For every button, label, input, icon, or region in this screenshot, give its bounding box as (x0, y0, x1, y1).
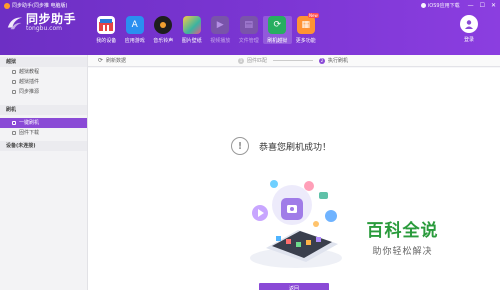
top-header: 同步助手(同步推 电脑版) iOS9应用下载 — ☐ ✕ 同步助手 tongbu… (0, 0, 500, 55)
maximize-button[interactable]: ☐ (480, 2, 485, 9)
apple-icon (420, 3, 426, 8)
nav-video[interactable]: ▶ 视频播放 (206, 16, 235, 44)
success-message: 恭喜您刷机成功！ (259, 142, 332, 153)
step-number: 2 (319, 57, 326, 64)
more-icon: ▦ New (296, 13, 319, 34)
nav-my-device[interactable]: 我的设备 (92, 16, 121, 44)
download-icon (12, 131, 16, 135)
app-icon (4, 2, 10, 9)
sidebar-group-device: 设备(未连接) (0, 141, 87, 151)
flash-small-icon (12, 121, 16, 125)
user-avatar-icon (460, 15, 478, 33)
step-label: 固件匹配 (247, 58, 268, 64)
sidebar-item-label: 同步推源 (19, 89, 40, 95)
title-bar: 同步助手(同步推 电脑版) iOS9应用下载 — ☐ ✕ (0, 0, 500, 11)
nav-label: 更多功能 (295, 38, 316, 44)
source-icon (12, 90, 16, 94)
my-device-icon (97, 16, 116, 34)
login-button[interactable]: 登录 (460, 15, 478, 43)
watermark-subtitle: 助你轻松解决 (372, 246, 433, 257)
file-icon: ▤ (239, 16, 258, 34)
nav-flash-jailbreak[interactable]: ⟳ 刷机越狱 (263, 16, 292, 44)
step-connector (273, 60, 314, 61)
nav-label: 图片壁纸 (181, 38, 202, 44)
step-bar: ⟳ 刷新数据 1 固件匹配 2 执行刷机 (88, 55, 500, 67)
exclamation-icon: ! (231, 137, 249, 155)
app-store-icon: A (125, 16, 144, 34)
sidebar-item-jailbreak-plugins[interactable]: 越狱插件 (0, 77, 87, 87)
sidebar-item-firmware-download[interactable]: 固件下载 (0, 128, 87, 138)
step-firmware-match: 1 固件匹配 (238, 57, 267, 64)
sidebar-item-label: 越狱教程 (19, 69, 40, 75)
ios9-link-label: iOS9应用下载 (427, 3, 460, 9)
step-label: 执行刷机 (328, 58, 349, 64)
sidebar-item-label: 一键刷机 (19, 120, 40, 126)
nav-music[interactable]: 音乐铃声 (149, 16, 178, 44)
logo-swirl-icon (7, 17, 23, 29)
new-badge: New (308, 13, 319, 18)
close-button[interactable]: ✕ (491, 2, 496, 9)
sidebar-item-label: 固件下载 (19, 130, 40, 136)
nav-label: 我的设备 (96, 38, 117, 44)
flash-icon: ⟳ (268, 16, 287, 34)
sidebar-group-jailbreak: 越狱 (0, 57, 87, 67)
refresh-label: 刷新数据 (106, 58, 127, 64)
sidebar-item-jailbreak-tutorial[interactable]: 越狱教程 (0, 67, 87, 77)
sidebar-item-one-click-flash[interactable]: 一键刷机 (0, 118, 87, 128)
sidebar-item-tongbu-source[interactable]: 同步推源 (0, 87, 87, 97)
nav-label: 文件管理 (238, 38, 259, 44)
success-notice: ! 恭喜您刷机成功！ (231, 137, 331, 155)
plugin-icon (12, 80, 16, 84)
tutorial-icon (12, 70, 16, 74)
progress-steps: 1 固件匹配 2 执行刷机 (238, 57, 348, 64)
nav-label: 音乐铃声 (153, 38, 174, 44)
return-button[interactable]: 返回 (259, 283, 329, 290)
phone-apps-illustration (250, 180, 342, 268)
minimize-button[interactable]: — (468, 2, 474, 9)
refresh-button[interactable]: ⟳ 刷新数据 (98, 57, 126, 64)
watermark: 百科全说 助你轻松解决 (350, 207, 455, 265)
wallpaper-icon (182, 16, 201, 34)
step-number: 1 (238, 57, 244, 64)
login-label: 登录 (463, 37, 474, 43)
ios9-download-link[interactable]: iOS9应用下载 (420, 2, 460, 9)
brand-domain: tongbu.com (26, 25, 62, 32)
nav-label: 视频播放 (210, 38, 231, 44)
nav-wallpaper[interactable]: 图片壁纸 (178, 16, 207, 44)
sidebar: 越狱 越狱教程 越狱插件 同步推源 刷机 一键刷机 固件下载 设备(未连接) (0, 55, 88, 290)
nav-files[interactable]: ▤ 文件管理 (235, 16, 264, 44)
main-nav: 我的设备 A 应用游戏 音乐铃声 图片壁纸 ▶ 视频播放 ▤ 文件管理 ⟳ 刷机… (92, 13, 321, 44)
nav-label: 应用游戏 (124, 38, 145, 44)
sidebar-group-flash: 刷机 (0, 105, 87, 115)
refresh-icon: ⟳ (98, 57, 104, 64)
step-execute-flash: 2 执行刷机 (319, 57, 348, 64)
brand-logo: 同步助手 tongbu.com (6, 13, 76, 32)
music-icon (154, 16, 173, 34)
brand-name: 同步助手 (26, 12, 77, 26)
nav-label: 刷机越狱 (267, 38, 288, 44)
window-title: 同步助手(同步推 电脑版) (12, 3, 68, 9)
nav-apps-games[interactable]: A 应用游戏 (121, 16, 150, 44)
sidebar-item-label: 越狱插件 (19, 79, 40, 85)
nav-more[interactable]: ▦ New 更多功能 (292, 13, 321, 44)
watermark-title: 百科全说 (366, 220, 439, 241)
video-icon: ▶ (211, 16, 230, 34)
